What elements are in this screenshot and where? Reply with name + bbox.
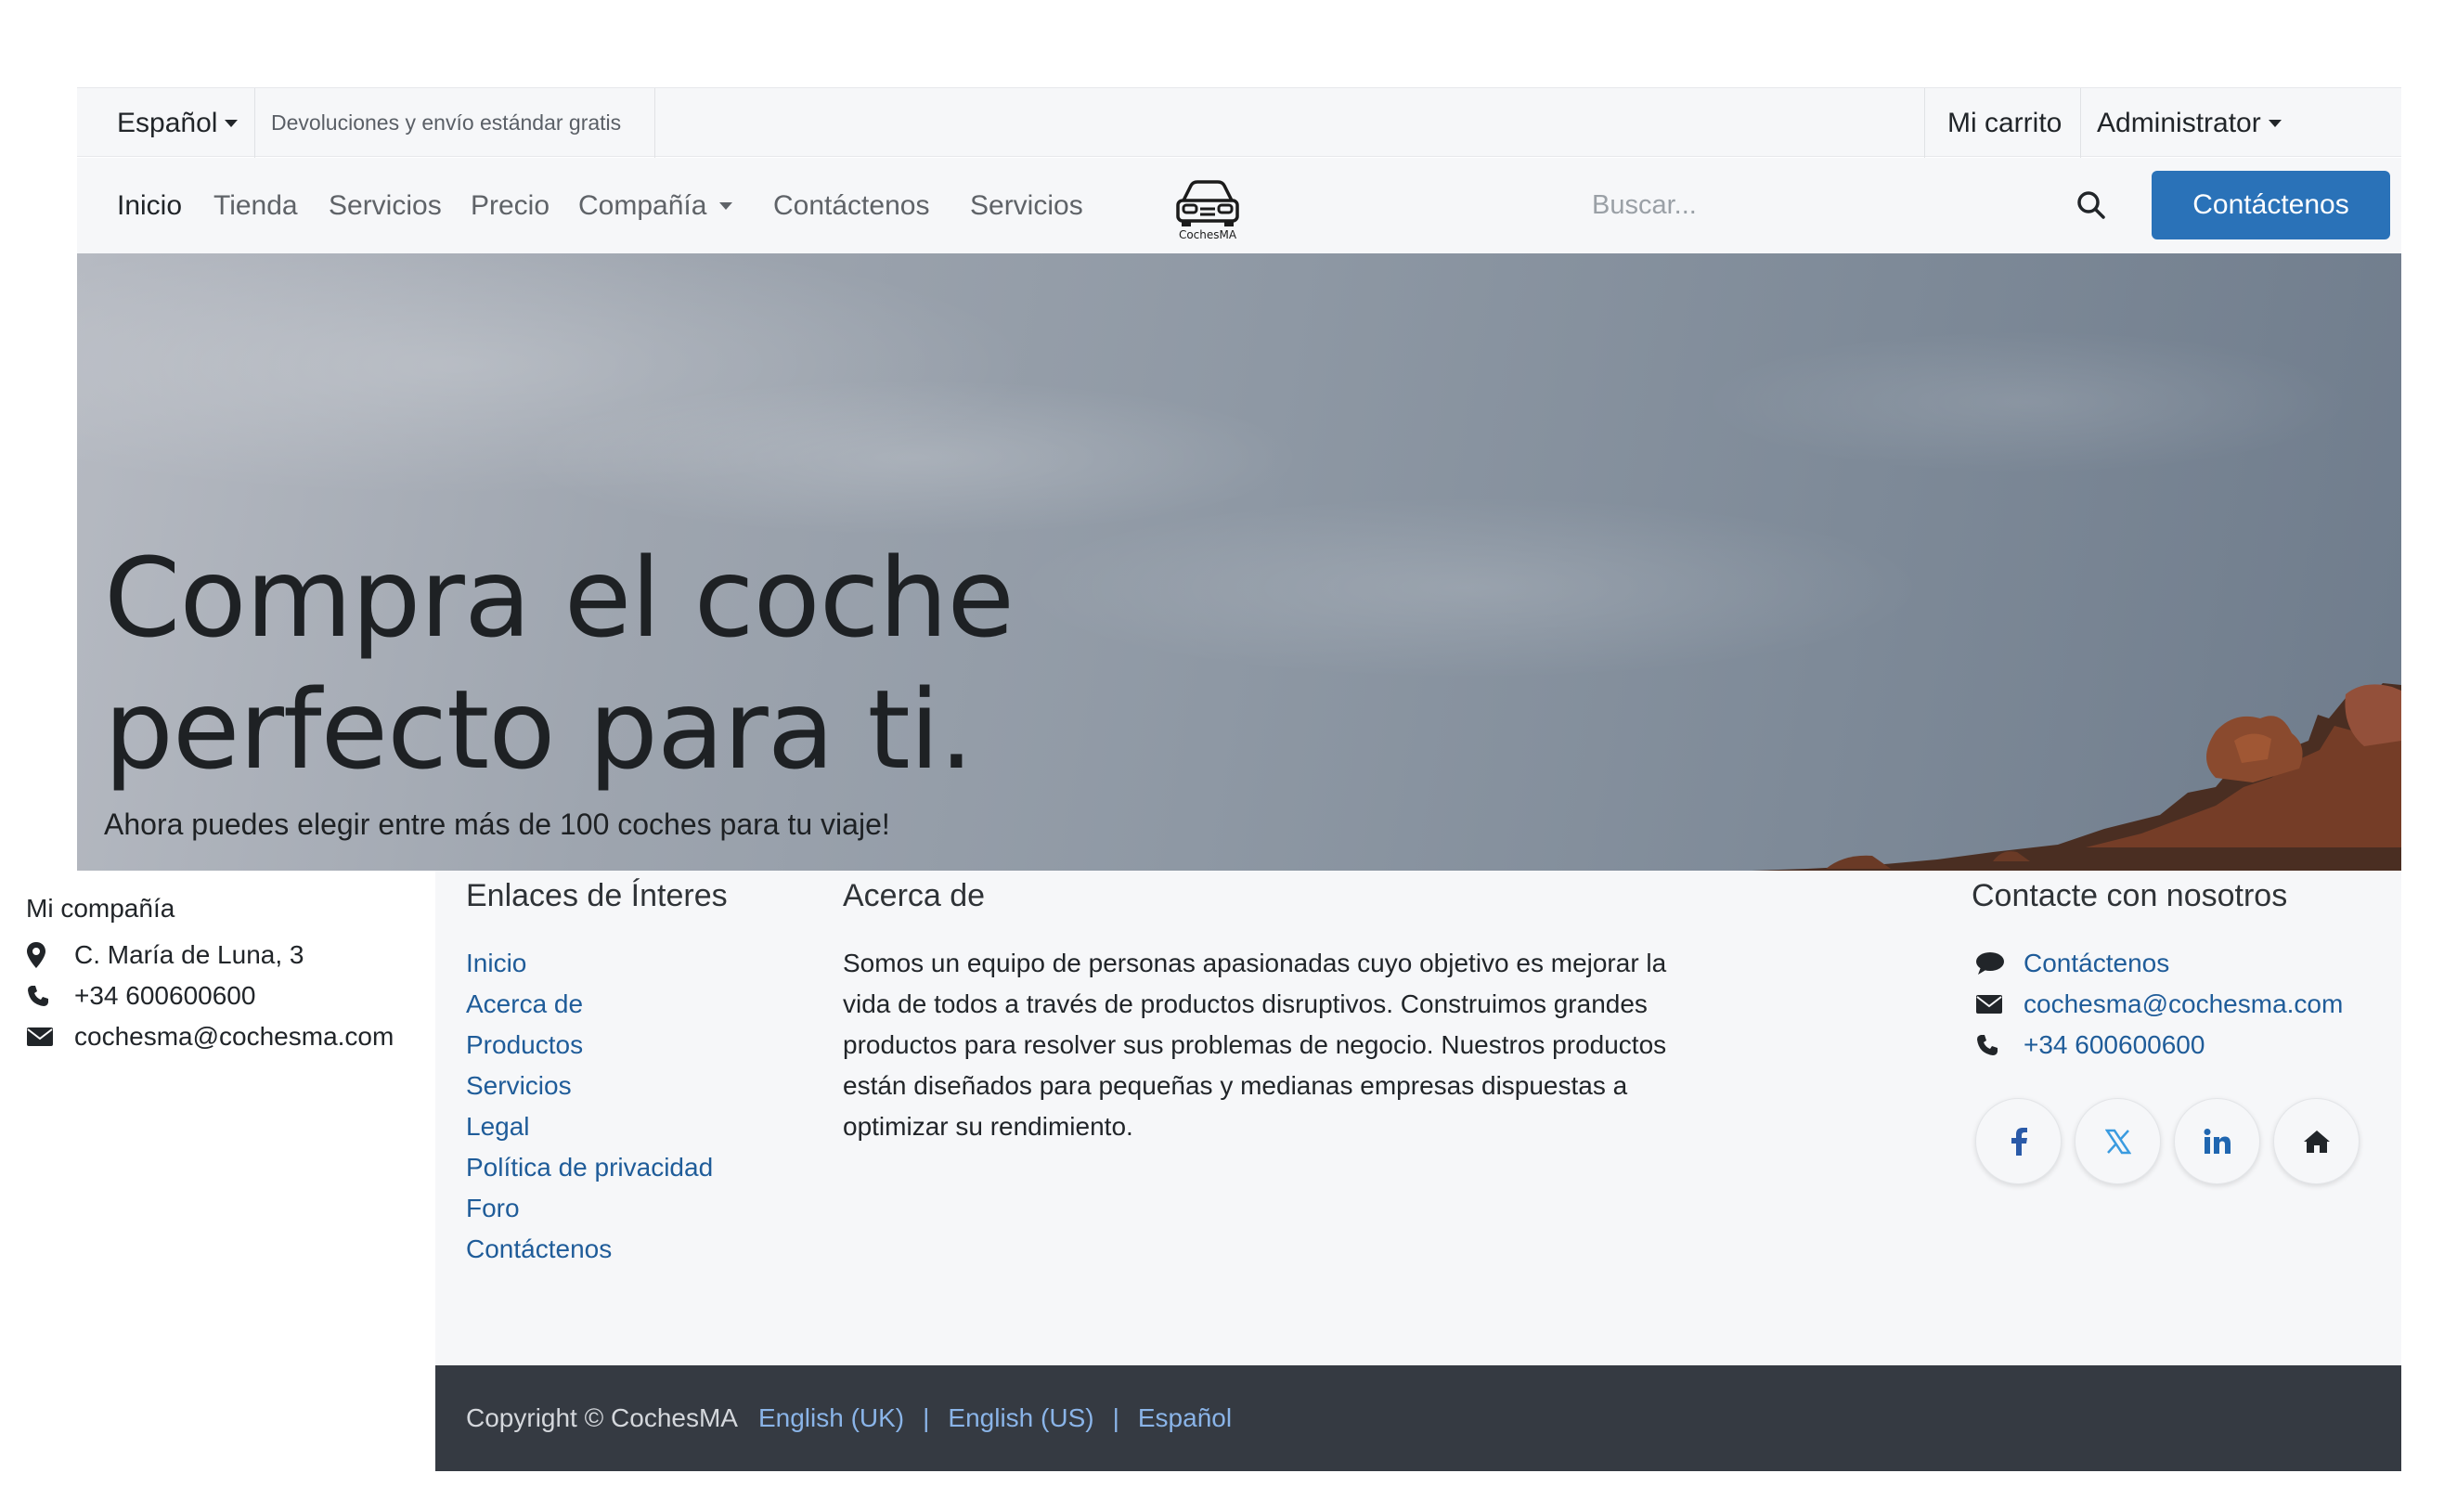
facebook-button[interactable]: [1975, 1098, 2062, 1184]
footer-link-servicios[interactable]: Servicios: [466, 1066, 713, 1106]
search-button[interactable]: [2073, 187, 2110, 224]
contact-email[interactable]: cochesma@cochesma.com: [2024, 989, 2343, 1019]
social-links: [1975, 1098, 2360, 1184]
contact-list: Contáctenos cochesma@cochesma.com +34 60…: [1975, 943, 2343, 1066]
nav-item-inicio[interactable]: Inicio: [117, 158, 182, 253]
nav-item-tienda[interactable]: Tienda: [213, 158, 298, 253]
footer-link-privacidad[interactable]: Política de privacidad: [466, 1147, 713, 1188]
footer-link-acerca[interactable]: Acerca de: [466, 984, 713, 1025]
nav-item-servicios-2[interactable]: Servicios: [970, 158, 1083, 253]
phone-text: +34 600600600: [74, 981, 256, 1010]
address-row: C. María de Luna, 3: [26, 935, 434, 976]
lang-separator: |: [923, 1403, 930, 1432]
nav-item-servicios[interactable]: Servicios: [329, 158, 442, 253]
email-row: cochesma@cochesma.com: [26, 1016, 434, 1057]
lang-separator: |: [1112, 1403, 1119, 1432]
nav-item-precio[interactable]: Precio: [471, 158, 550, 253]
language-dropdown[interactable]: Español: [77, 88, 255, 158]
footer-links: Inicio Acerca de Productos Servicios Leg…: [466, 943, 713, 1270]
footer: Enlaces de Ínteres Inicio Acerca de Prod…: [435, 871, 2401, 1365]
language-label: Español: [117, 107, 218, 138]
about-text: Somos un equipo de personas apasionadas …: [843, 949, 1667, 1141]
home-icon: [2303, 1130, 2330, 1153]
links-title: Enlaces de Ínteres: [466, 878, 728, 913]
hero-subtitle: Ahora puedes elegir entre más de 100 coc…: [104, 808, 890, 841]
nav-item-contactenos[interactable]: Contáctenos: [773, 158, 929, 253]
nav-item-compania[interactable]: Compañía: [578, 158, 733, 253]
hero-title-line-2: perfecto para ti.: [104, 666, 974, 794]
phone-icon: [1975, 1031, 2024, 1059]
hero-title-line-1: Compra el coche: [104, 534, 1015, 662]
contact-phone[interactable]: +34 600600600: [2024, 1030, 2205, 1060]
phone-icon: [26, 982, 74, 1010]
linkedin-icon: [2204, 1128, 2231, 1154]
rock-formation-image: [1752, 683, 2401, 871]
copyright-text: Copyright © CochesMA: [466, 1403, 738, 1432]
copyright-bar: Copyright © CochesMA English (UK) | Engl…: [435, 1365, 2401, 1471]
search-icon: [2077, 191, 2105, 219]
nav-item-compania-label: Compañía: [578, 189, 707, 221]
lang-link-es[interactable]: Español: [1138, 1403, 1232, 1433]
user-menu[interactable]: Administrator: [2080, 88, 2303, 158]
search-box: [1581, 171, 2119, 239]
map-marker-icon: [26, 941, 74, 969]
footer-link-foro[interactable]: Foro: [466, 1188, 713, 1229]
contact-phone-row[interactable]: +34 600600600: [1975, 1025, 2343, 1066]
promo-text: Devoluciones y envío estándar gratis: [255, 88, 655, 158]
footer-link-inicio[interactable]: Inicio: [466, 943, 713, 984]
cart-link[interactable]: Mi carrito: [1924, 88, 2080, 158]
company-name: Mi compañía: [26, 894, 175, 923]
footer-link-productos[interactable]: Productos: [466, 1025, 713, 1066]
email-text: cochesma@cochesma.com: [74, 1022, 394, 1051]
contact-title: Contacte con nosotros: [1972, 878, 2288, 913]
hero-banner: Compra el coche perfecto para ti. Ahora …: [77, 253, 2401, 871]
hero-title: Compra el coche perfecto para ti.: [104, 532, 1218, 795]
top-bar: Español Devoluciones y envío estándar gr…: [77, 87, 2401, 158]
lang-link-en-uk[interactable]: English (UK): [758, 1403, 904, 1433]
x-twitter-button[interactable]: [2075, 1098, 2161, 1184]
logo-text: CochesMA: [1179, 228, 1237, 241]
car-logo-icon: CochesMA: [1176, 180, 1239, 241]
about-title: Acerca de: [843, 878, 986, 913]
contact-cta-button[interactable]: Contáctenos: [2152, 171, 2390, 239]
company-address: Mi compañía C. María de Luna, 3 +34 6006…: [26, 894, 434, 1057]
contact-link-row[interactable]: Contáctenos: [1975, 943, 2343, 984]
chevron-down-icon: [719, 201, 733, 210]
phone-row: +34 600600600: [26, 976, 434, 1016]
brand-logo[interactable]: CochesMA: [1170, 174, 1245, 241]
linkedin-button[interactable]: [2174, 1098, 2260, 1184]
envelope-icon: [1975, 990, 2024, 1018]
lang-link-en-us[interactable]: English (US): [948, 1403, 1093, 1433]
footer-link-contactenos[interactable]: Contáctenos: [466, 1229, 713, 1270]
search-input[interactable]: [1581, 189, 1989, 221]
user-name: Administrator: [2097, 107, 2261, 138]
chevron-down-icon: [225, 119, 239, 127]
envelope-icon: [26, 1023, 74, 1051]
contact-link[interactable]: Contáctenos: [2024, 949, 2169, 978]
main-navbar: Inicio Tienda Servicios Precio Compañía …: [77, 158, 2401, 253]
chevron-down-icon: [2268, 119, 2282, 127]
footer-link-legal[interactable]: Legal: [466, 1106, 713, 1147]
x-icon: [2104, 1129, 2131, 1154]
street-text: C. María de Luna, 3: [74, 940, 304, 969]
facebook-icon: [2011, 1127, 2027, 1156]
home-button[interactable]: [2273, 1098, 2360, 1184]
contact-email-row[interactable]: cochesma@cochesma.com: [1975, 984, 2343, 1025]
comment-icon: [1975, 950, 2024, 977]
